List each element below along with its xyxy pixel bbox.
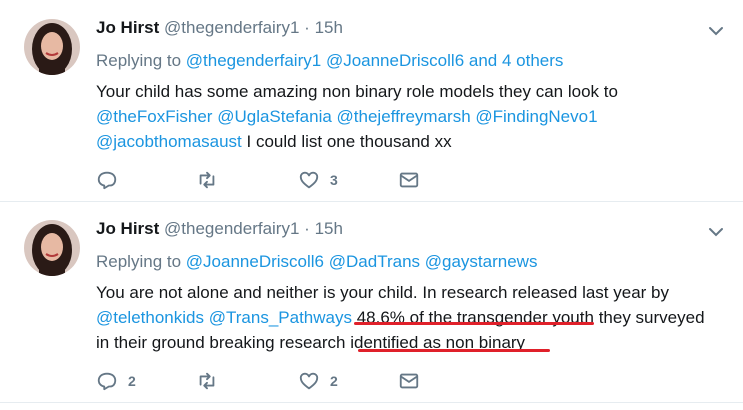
tweet[interactable]: Jo Hirst @thegenderfairy1 · 15h Replying… [0, 2, 743, 202]
mention-link[interactable]: @theFoxFisher [96, 107, 212, 126]
tweet-header: Jo Hirst @thegenderfairy1 · 15h [96, 217, 343, 241]
chevron-down-icon[interactable] [707, 22, 725, 40]
reply-button[interactable]: 2 [96, 369, 136, 393]
mention-link[interactable]: @thegenderfairy1 [186, 51, 321, 70]
tweet-text: You are not alone and neither is your ch… [96, 280, 726, 355]
red-underline [358, 349, 550, 352]
retweet-icon [199, 372, 215, 390]
like-count: 3 [330, 172, 338, 188]
tweet-text-fragment: in their ground breaking research [96, 333, 346, 352]
tweet-header: Jo Hirst @thegenderfairy1 · 15h [96, 16, 343, 40]
message-icon [399, 172, 419, 188]
message-button[interactable] [398, 168, 420, 192]
tweet-text: Your child has some amazing non binary r… [96, 79, 726, 154]
like-icon [299, 372, 319, 390]
mention-link[interactable]: @thejeffreymarsh [337, 107, 471, 126]
replying-to-label: Replying to [96, 51, 182, 70]
mention-link[interactable]: @DadTrans [329, 252, 420, 271]
like-icon [299, 171, 319, 189]
mention-link[interactable]: @JoanneDriscoll6 [326, 51, 464, 70]
timestamp[interactable]: 15h [315, 18, 343, 37]
like-count: 2 [330, 373, 338, 389]
message-button[interactable] [398, 369, 420, 393]
author-name[interactable]: Jo Hirst [96, 219, 159, 238]
mention-link[interactable]: @FindingNevo1 [475, 107, 597, 126]
tweet-text-line: @telethonkids @Trans_Pathways 48.6% of t… [96, 305, 726, 330]
avatar[interactable] [24, 19, 80, 75]
mention-link[interactable]: @UglaStefania [217, 107, 332, 126]
avatar[interactable] [24, 220, 80, 276]
tweet-text-line: @jacobthomasaust I could list one thousa… [96, 129, 726, 154]
author-handle[interactable]: @thegenderfairy1 [164, 219, 299, 238]
mention-link[interactable]: @Trans_Pathways [209, 308, 352, 327]
others-link[interactable]: and 4 others [469, 51, 564, 70]
mention-link[interactable]: @JoanneDriscoll6 [186, 252, 324, 271]
timestamp[interactable]: 15h [315, 219, 343, 238]
message-icon [399, 373, 419, 389]
separator: · [304, 18, 310, 37]
reply-button[interactable] [96, 168, 128, 192]
tweet-text-fragment: I could list one thousand xx [246, 132, 452, 151]
replying-to: Replying to @JoanneDriscoll6 @DadTrans @… [96, 250, 537, 274]
separator: · [304, 219, 310, 238]
tweet-text-fragment: they surveyed [598, 308, 705, 327]
replying-to: Replying to @thegenderfairy1 @JoanneDris… [96, 49, 563, 73]
chevron-down-icon[interactable] [707, 223, 725, 241]
mention-link[interactable]: @gaystarnews [425, 252, 538, 271]
retweet-button[interactable] [196, 168, 228, 192]
replying-to-label: Replying to [96, 252, 182, 271]
tweet-text-line: @theFoxFisher @UglaStefania @thejeffreym… [96, 104, 726, 129]
reply-icon [97, 372, 117, 391]
author-handle[interactable]: @thegenderfairy1 [164, 18, 299, 37]
mention-link[interactable]: @jacobthomasaust [96, 132, 242, 151]
mention-link[interactable]: @telethonkids [96, 308, 204, 327]
like-button[interactable]: 3 [298, 168, 338, 192]
reply-count: 2 [128, 373, 136, 389]
red-underline [354, 322, 594, 325]
like-button[interactable]: 2 [298, 369, 338, 393]
tweet-actions: 2 2 [96, 369, 436, 393]
retweet-button[interactable] [196, 369, 228, 393]
tweet[interactable]: Jo Hirst @thegenderfairy1 · 15h Replying… [0, 203, 743, 403]
author-name[interactable]: Jo Hirst [96, 18, 159, 37]
tweet-actions: 3 [96, 168, 436, 192]
tweet-text-line: Your child has some amazing non binary r… [96, 82, 618, 101]
tweet-text-line: You are not alone and neither is your ch… [96, 283, 669, 302]
retweet-icon [199, 171, 215, 189]
reply-icon [97, 171, 117, 190]
